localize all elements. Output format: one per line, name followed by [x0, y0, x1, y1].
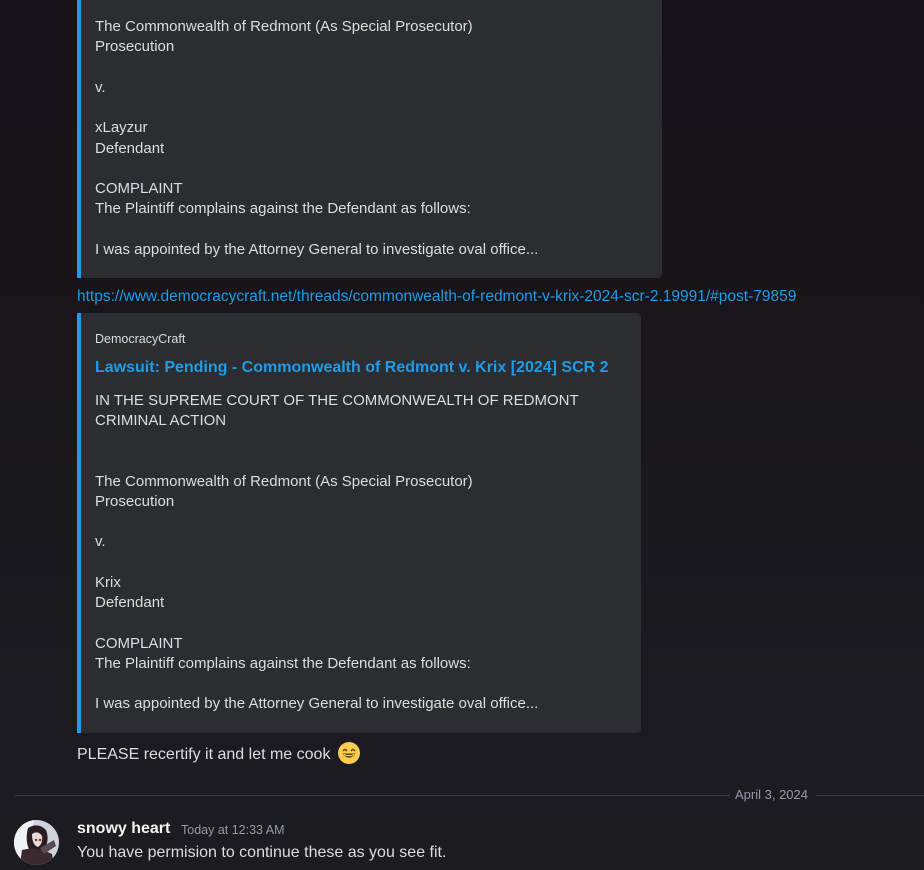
embed-line: Krix: [95, 574, 121, 591]
embed-card-krix: DemocracyCraft Lawsuit: Pending - Common…: [77, 313, 641, 733]
embed-line: Defendant: [95, 140, 165, 157]
embed-line: The Plaintiff complains against the Defe…: [95, 200, 471, 217]
timestamp: Today at 12:33 AM: [181, 823, 285, 837]
thread-link[interactable]: https://www.democracycraft.net/threads/c…: [77, 288, 796, 306]
embed-line: COMPLAINT: [95, 635, 183, 652]
embed-line: I was appointed by the Attorney General …: [95, 241, 539, 258]
embed-line: v.: [95, 533, 106, 550]
embed-line: COMPLAINT: [95, 180, 183, 197]
date-divider-line: [15, 795, 730, 796]
date-divider-label: April 3, 2024: [735, 787, 808, 802]
embed-line: The Commonwealth of Redmont (As Special …: [95, 473, 473, 490]
message-row[interactable]: snowy heart Today at 12:33 AM You have p…: [0, 812, 924, 870]
embed-card-xlayzur: The Commonwealth of Redmont (As Special …: [77, 0, 662, 278]
embed-line: Prosecution: [95, 493, 175, 510]
embed-title-link[interactable]: Lawsuit: Pending - Commonwealth of Redmo…: [95, 359, 609, 377]
embed-line: The Commonwealth of Redmont (As Special …: [95, 18, 473, 35]
message-text: PLEASE recertify it and let me cook: [77, 741, 361, 766]
message-text-content: PLEASE recertify it and let me cook: [77, 746, 331, 763]
embed-line: xLayzur: [95, 119, 148, 136]
date-divider-line: [816, 795, 924, 796]
avatar[interactable]: [14, 820, 59, 865]
embed-line: Defendant: [95, 594, 165, 611]
embed-line: The Plaintiff complains against the Defe…: [95, 655, 471, 672]
message-body: You have permision to continue these as …: [77, 844, 447, 861]
embed-line: CRIMINAL ACTION: [95, 412, 227, 429]
embed-line: I was appointed by the Attorney General …: [95, 695, 539, 712]
embed-line: Prosecution: [95, 38, 175, 55]
embed-line: IN THE SUPREME COURT OF THE COMMONWEALTH…: [95, 392, 579, 409]
grinning-smile-emoji-icon[interactable]: [337, 741, 361, 765]
username[interactable]: snowy heart: [77, 820, 170, 838]
avatar-image-icon: [14, 820, 59, 865]
embed-provider[interactable]: DemocracyCraft: [95, 332, 185, 346]
embed-line: v.: [95, 79, 106, 96]
